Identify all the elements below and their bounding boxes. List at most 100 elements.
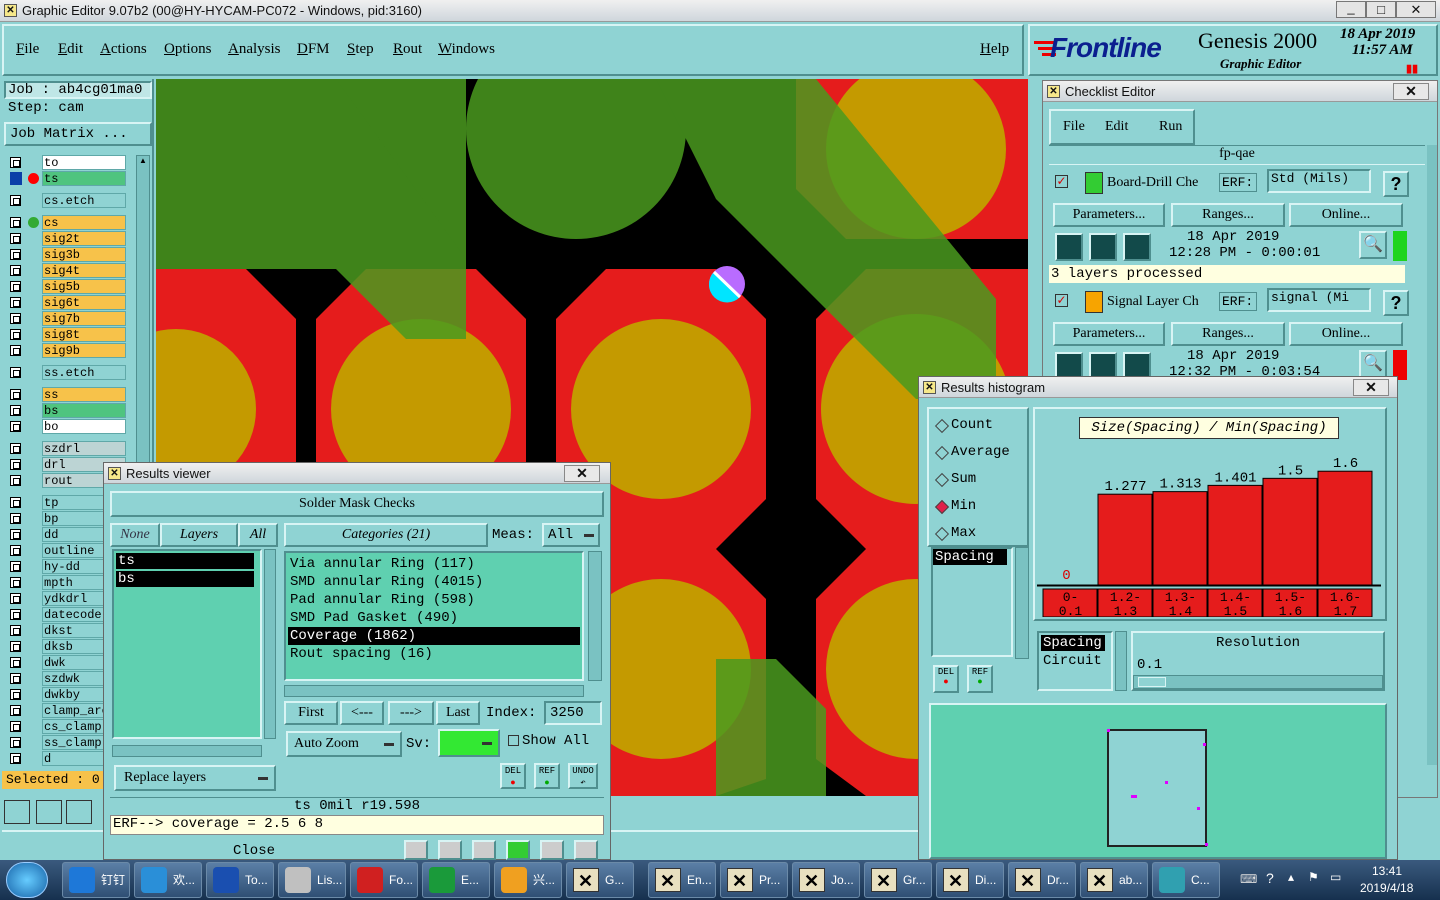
field-list-scrollbar[interactable]	[1115, 631, 1127, 691]
layer-checkbox[interactable]	[10, 497, 21, 508]
layer-checkbox[interactable]	[10, 625, 21, 636]
run-fast-icon[interactable]	[1089, 233, 1117, 261]
grid-icon[interactable]	[66, 800, 92, 824]
zoom-result-icon[interactable]: 🔍	[1359, 350, 1387, 378]
taskbar-item[interactable]: Gr...	[864, 862, 932, 898]
taskbar-item[interactable]: To...	[206, 862, 274, 898]
layer-checkbox[interactable]	[10, 609, 21, 620]
online-button[interactable]: Online...	[1289, 203, 1403, 227]
layer-checkbox[interactable]	[10, 249, 21, 260]
layer-name[interactable]: szdrl	[42, 441, 126, 456]
layer-row[interactable]: sig2t	[8, 231, 126, 246]
layer-results-scrollbar[interactable]	[264, 549, 276, 739]
job-matrix-button[interactable]: Job Matrix ...	[4, 122, 152, 146]
taskbar-item[interactable]: Jo...	[792, 862, 860, 898]
del-button[interactable]: DEL ●	[500, 763, 526, 789]
layer-row[interactable]: bs	[8, 403, 126, 418]
clock-time[interactable]: 13:41	[1372, 864, 1402, 878]
resolution-slider[interactable]	[1133, 675, 1383, 689]
layer-results-hscroll[interactable]	[112, 745, 262, 757]
layer-row[interactable]: sig4t	[8, 263, 126, 278]
parameters-button[interactable]: Parameters...	[1053, 203, 1165, 227]
layer-checkbox[interactable]	[10, 593, 21, 604]
layer-row[interactable]: sig7b	[8, 311, 126, 326]
layer-name[interactable]: ss	[42, 387, 126, 402]
check-enabled-icon[interactable]: ✓	[1055, 294, 1068, 307]
layer-checkbox[interactable]	[10, 513, 21, 524]
layer-row[interactable]: sig6t	[8, 295, 126, 310]
tool-icon-4[interactable]	[506, 840, 530, 860]
categories-hscroll[interactable]	[284, 685, 584, 697]
show-all-checkbox[interactable]	[508, 735, 519, 746]
layer-row[interactable]: sig8t	[8, 327, 126, 342]
undo-button[interactable]: UNDO ↶	[568, 763, 598, 789]
mode-radio-max[interactable]	[934, 526, 950, 542]
taskbar-item[interactable]: Lis...	[278, 862, 346, 898]
checklist-menu-run[interactable]: Run	[1159, 119, 1182, 135]
layer-name[interactable]: sig2t	[42, 231, 126, 246]
ranges-button[interactable]: Ranges...	[1171, 322, 1285, 346]
layer-name[interactable]: sig7b	[42, 311, 126, 326]
tool-icon-3[interactable]	[472, 840, 496, 860]
layer-checkbox[interactable]	[10, 475, 21, 486]
ref-button[interactable]: REF ●	[534, 763, 560, 789]
zoom-result-icon[interactable]: 🔍	[1359, 231, 1387, 259]
layer-name[interactable]: cs.etch	[42, 193, 126, 208]
menu-edit[interactable]: Edit	[58, 41, 83, 58]
check-enabled-icon[interactable]: ✓	[1055, 175, 1068, 188]
sv-color-select[interactable]	[438, 729, 500, 757]
tray-arrow-icon[interactable]: ▴	[1288, 870, 1294, 884]
mode-radio-average[interactable]	[934, 445, 950, 461]
layer-row[interactable]: cs	[8, 215, 126, 230]
menu-analysis[interactable]: Analysis	[228, 41, 281, 58]
menu-step[interactable]: Step	[347, 41, 374, 58]
check-help-button[interactable]: ?	[1383, 171, 1409, 197]
layer-checkbox[interactable]	[10, 753, 21, 764]
checklist-scrollbar[interactable]	[1427, 145, 1437, 765]
tool-icon-5[interactable]	[540, 840, 564, 860]
layer-name[interactable]: bo	[42, 419, 126, 434]
layers-none-button[interactable]: None	[110, 523, 160, 547]
category-item[interactable]: Coverage (1862)	[288, 627, 580, 645]
layer-checkbox[interactable]	[10, 297, 21, 308]
layer-checkbox[interactable]	[10, 721, 21, 732]
histogram-close-button[interactable]: ✕	[1353, 379, 1389, 396]
resolution-slider-thumb[interactable]	[1138, 677, 1166, 687]
layer-checkbox[interactable]	[10, 641, 21, 652]
histogram-bar[interactable]	[1152, 491, 1208, 586]
layer-checkbox[interactable]	[10, 577, 21, 588]
layer-checkbox[interactable]	[10, 345, 21, 356]
layer-name[interactable]: bs	[42, 403, 126, 418]
category-item[interactable]: SMD annular Ring (4015)	[288, 573, 580, 591]
last-button[interactable]: Last	[436, 701, 480, 725]
close-button[interactable]: Close	[204, 843, 304, 859]
ranges-button[interactable]: Ranges...	[1171, 203, 1285, 227]
field-item-circuit[interactable]: Circuit	[1039, 653, 1111, 669]
taskbar-item[interactable]: E...	[422, 862, 490, 898]
zoom-fit-icon[interactable]	[4, 800, 30, 824]
histogram-del-button[interactable]: DEL ●	[933, 665, 959, 693]
layer-name[interactable]: cs	[42, 215, 126, 230]
layer-checkbox[interactable]	[10, 421, 21, 432]
layer-row[interactable]: sig9b	[8, 343, 126, 358]
layer-checkbox[interactable]	[10, 313, 21, 324]
checklist-menu-file[interactable]: File	[1063, 119, 1085, 135]
result-layer-item[interactable]: bs	[116, 571, 254, 587]
layer-name[interactable]: sig3b	[42, 247, 126, 262]
layer-checkbox[interactable]	[10, 265, 21, 276]
layer-name[interactable]: ts	[42, 171, 126, 186]
category-item[interactable]: Via annular Ring (117)	[288, 555, 580, 573]
help-icon[interactable]: ?	[1266, 870, 1274, 886]
network-icon[interactable]: ▭	[1330, 870, 1341, 884]
index-input[interactable]: 3250	[544, 701, 602, 725]
stop-run-icon[interactable]	[1123, 233, 1151, 261]
layer-checkbox[interactable]	[10, 233, 21, 244]
menu-dfm[interactable]: DFM	[297, 41, 330, 58]
tool-icon-2[interactable]	[438, 840, 462, 860]
layer-name[interactable]: ss.etch	[42, 365, 126, 380]
replace-layers-select[interactable]: Replace layers	[114, 765, 276, 791]
taskbar-item[interactable]: 钉钉	[62, 862, 130, 898]
first-button[interactable]: First	[284, 701, 338, 725]
histogram-ref-button[interactable]: REF ●	[967, 665, 993, 693]
check-help-button[interactable]: ?	[1383, 290, 1409, 316]
